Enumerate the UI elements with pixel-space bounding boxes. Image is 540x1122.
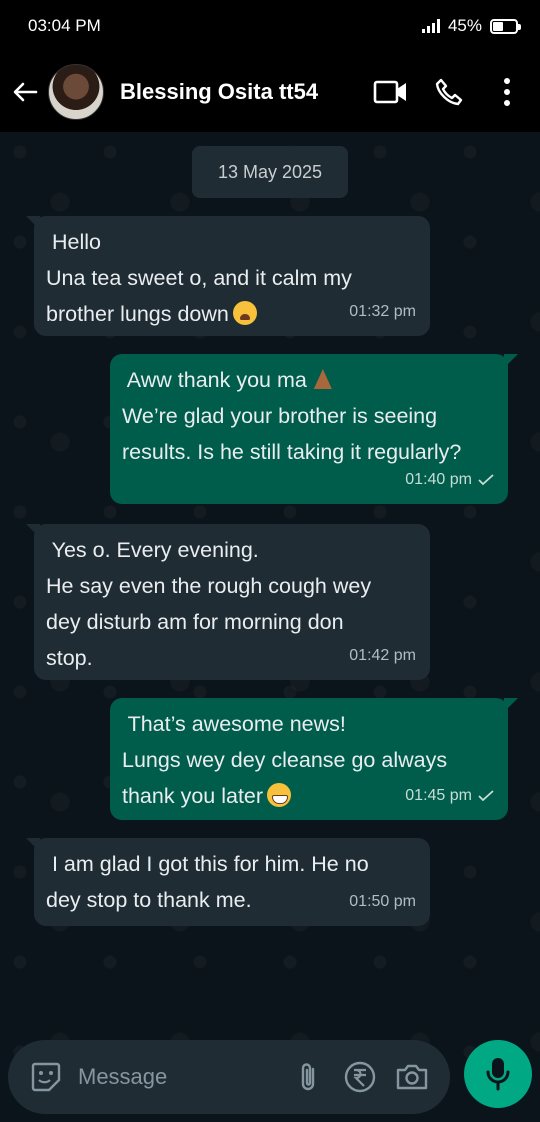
message-incoming[interactable]: I am glad I got this for him. He no dey … [26,838,430,926]
bubble-tail [26,524,40,538]
message-meta: 01:45 pm [405,778,494,814]
folded-hands-icon [311,367,335,391]
battery-icon [490,18,521,34]
message-input[interactable]: Message [78,1064,276,1090]
bubble-tail [504,354,518,368]
status-indicators: 45% [421,16,521,36]
more-vertical-icon[interactable] [484,69,530,115]
message-line: That’s awesome news! [122,712,346,736]
message-line: Hello [46,230,101,254]
camera-icon[interactable] [392,1057,432,1097]
bubble-tail [26,216,40,230]
message-line: He say even the rough cough wey [46,574,372,598]
message-time: 01:45 pm [405,787,472,804]
message-time: 01:40 pm [405,471,472,488]
status-bar: 03:04 PM 45% [0,0,540,52]
bubble-tail [26,838,40,852]
signal-icon [421,19,440,33]
message-meta: 01:32 pm [349,294,416,330]
message-meta: 01:50 pm [349,884,416,920]
sent-check-icon [478,474,494,486]
video-call-icon[interactable] [368,69,414,115]
status-time: 03:04 PM [28,16,101,35]
message-meta: 01:40 pm [405,462,494,498]
phone-icon[interactable] [426,69,472,115]
message-line: dey disturb am for morning don [46,610,344,634]
grinning-face-icon [267,783,292,807]
rupee-payment-icon[interactable] [340,1057,380,1097]
message-line: Lungs wey dey cleanse go always [122,748,448,772]
weary-face-icon [232,301,257,325]
date-separator: 13 May 2025 [192,146,348,198]
avatar[interactable] [48,64,104,120]
chat-area[interactable]: 13 May 2025 Hello Una tea sweet o, and i… [0,132,540,1122]
message-line: We’re glad your brother is seeing [122,404,438,428]
message-time: 01:50 pm [349,893,416,910]
message-meta: 01:42 pm [349,638,416,674]
message-line: Una tea sweet o, and it calm my [46,266,352,290]
sent-check-icon [478,790,494,802]
back-arrow-icon[interactable] [10,77,40,107]
message-time: 01:32 pm [349,303,416,320]
battery-percent: 45% [447,16,482,35]
message-composer: Message [8,1040,450,1114]
paperclip-icon[interactable] [288,1057,328,1097]
message-time: 01:42 pm [349,647,416,664]
battery-fill [493,21,503,31]
chat-header: Blessing Osita tt54 [0,52,540,132]
emoji-sticker-icon[interactable] [26,1057,66,1097]
contact-name[interactable]: Blessing Osita tt54 [120,79,356,105]
message-line: Aww thank you ma [122,362,496,398]
message-incoming[interactable]: Hello Una tea sweet o, and it calm my br… [26,216,430,336]
message-incoming[interactable]: Yes o. Every evening. He say even the ro… [26,524,430,680]
message-line: Yes o. Every evening. [46,538,259,562]
message-outgoing[interactable]: Aww thank you ma We’re glad your brother… [110,354,518,504]
message-outgoing[interactable]: That’s awesome news! Lungs wey dey clean… [110,698,518,820]
bubble-tail [504,698,518,712]
message-line: I am glad I got this for him. He no [46,852,369,876]
microphone-icon [486,1058,510,1091]
microphone-button[interactable] [464,1040,532,1108]
